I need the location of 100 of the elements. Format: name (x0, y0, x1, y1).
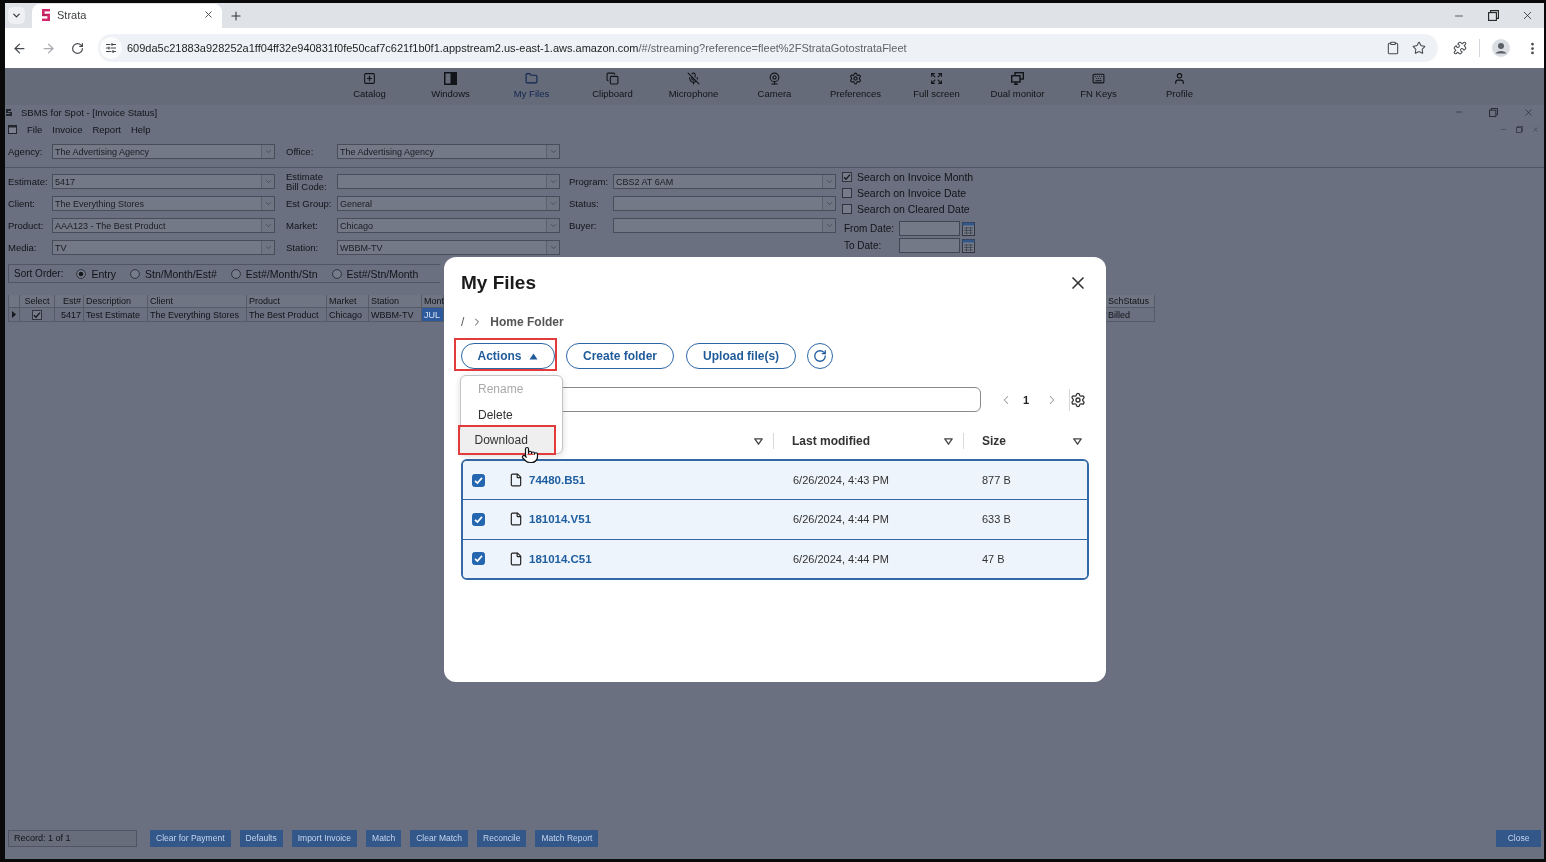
pill-button[interactable]: Upload file(s) (686, 343, 797, 369)
column-header[interactable]: Select (20, 295, 55, 308)
toolbar-button[interactable]: Preferences (815, 68, 896, 105)
sort-icon[interactable] (754, 437, 763, 445)
avatar-icon[interactable] (1492, 39, 1510, 57)
sort-icon[interactable] (1073, 437, 1082, 445)
clipboard-icon[interactable] (1386, 41, 1400, 55)
toolbar-button[interactable]: FN Keys (1058, 68, 1139, 105)
chevron-down-icon[interactable] (824, 221, 834, 230)
checkbox[interactable] (472, 552, 485, 566)
combo-box[interactable]: 5417 (52, 174, 275, 189)
menu-item[interactable]: Help (130, 123, 151, 135)
combo-box[interactable]: General (337, 196, 560, 211)
radio-button[interactable] (130, 268, 140, 279)
chevron-down-icon[interactable] (548, 221, 558, 230)
column-header[interactable]: Client (148, 295, 247, 308)
chevron-down-icon[interactable] (263, 177, 273, 186)
checkbox[interactable] (472, 473, 485, 487)
checkbox[interactable] (842, 204, 852, 214)
toolbar-button[interactable]: Camera (734, 68, 815, 105)
combo-box[interactable] (337, 174, 560, 189)
combo-box[interactable]: CBS2 AT 6AM (613, 174, 836, 189)
checkbox[interactable] (842, 172, 852, 182)
menu-item[interactable]: Report (92, 123, 121, 135)
combo-box[interactable]: The Advertising Agency (52, 144, 275, 159)
radio-button[interactable] (76, 268, 87, 279)
column-header[interactable]: Size (982, 434, 1006, 448)
column-header[interactable]: Mont (422, 295, 444, 308)
date-field[interactable] (899, 221, 960, 236)
toolbar-button[interactable]: Clipboard (572, 68, 653, 105)
footer-button[interactable]: Import Invoice (291, 829, 358, 847)
chevron-down-icon[interactable] (548, 177, 558, 186)
sort-icon[interactable] (944, 437, 953, 445)
radio-button[interactable] (331, 268, 342, 279)
reload-icon[interactable] (71, 41, 84, 55)
breadcrumb-item[interactable]: Home Folder (490, 315, 564, 329)
menu-item[interactable]: File (27, 123, 43, 135)
toolbar-button[interactable]: My Files (491, 68, 572, 105)
chevron-down-icon[interactable] (548, 147, 558, 156)
tab-search-button[interactable] (8, 7, 25, 24)
calendar-icon[interactable] (962, 221, 975, 236)
toolbar-button[interactable]: Profile (1139, 68, 1220, 105)
combo-box[interactable]: The Advertising Agency (337, 144, 560, 159)
checkbox[interactable] (842, 188, 852, 198)
file-link[interactable]: 181014.V51 (529, 513, 592, 526)
close-button[interactable]: Close (1496, 829, 1541, 847)
toolbar-button[interactable]: Windows (410, 68, 491, 105)
window-icon[interactable] (8, 124, 17, 134)
footer-button[interactable]: Match Report (535, 829, 599, 847)
toolbar-button[interactable]: Dual monitor (977, 68, 1058, 105)
footer-button[interactable]: Defaults (239, 829, 283, 847)
menu-item[interactable]: Invoice (52, 123, 83, 135)
column-header[interactable]: Last modified (792, 434, 870, 448)
combo-box[interactable]: WBBM-TV (337, 240, 560, 255)
date-field[interactable] (899, 238, 960, 253)
combo-box[interactable]: TV (52, 240, 275, 255)
chevron-down-icon[interactable] (824, 199, 834, 208)
menu-item[interactable]: Delete (461, 401, 562, 428)
toolbar-button[interactable]: Catalog (329, 68, 410, 105)
row-header[interactable] (8, 308, 20, 322)
radio-button[interactable] (230, 268, 241, 279)
combo-box[interactable] (613, 218, 836, 233)
close-icon[interactable] (203, 9, 214, 20)
address-bar[interactable]: 609da5c21883a928252a1ff04ff32e940831f0fe50caf7c621f1b0f1.appstream2.us-east-1.aws.amazon.com/#/streaming?reference=fleet%2FStrataGotostrataFleet (98, 34, 1438, 62)
column-header[interactable]: Product (247, 295, 327, 308)
chevron-down-icon[interactable] (548, 243, 558, 252)
column-header[interactable]: SchStatus (1106, 295, 1155, 308)
actions-button[interactable]: Actions (460, 343, 555, 369)
file-link[interactable]: 74480.B51 (529, 474, 586, 486)
calendar-icon[interactable] (962, 238, 975, 253)
toolbar-button[interactable]: Full screen (896, 68, 977, 105)
star-icon[interactable] (1412, 41, 1426, 55)
browser-tab[interactable]: Strata (32, 4, 222, 28)
column-header[interactable]: Station (369, 295, 422, 308)
footer-button[interactable]: Clear Match (410, 829, 469, 847)
combo-box[interactable]: AAA123 - The Best Product (52, 218, 275, 233)
chevron-down-icon[interactable] (548, 199, 558, 208)
restore-icon[interactable] (1487, 10, 1499, 21)
file-link[interactable]: 181014.C51 (529, 552, 592, 565)
combo-box[interactable]: Chicago (337, 218, 560, 233)
chevron-down-icon[interactable] (263, 147, 273, 156)
forward-arrow-icon[interactable] (41, 40, 56, 56)
refresh-button[interactable] (807, 343, 834, 369)
settings-icon[interactable] (1070, 391, 1086, 408)
checkbox[interactable] (32, 309, 42, 320)
footer-button[interactable]: Match (366, 829, 402, 847)
puzzle-icon[interactable] (1453, 41, 1467, 55)
toolbar-button[interactable]: Microphone (653, 68, 734, 105)
plus-icon[interactable] (229, 8, 243, 23)
chevron-down-icon[interactable] (263, 243, 273, 252)
column-header[interactable]: Description (84, 295, 148, 308)
column-header[interactable]: Est# (55, 295, 84, 308)
pill-button[interactable]: Create folder (566, 343, 675, 369)
chevron-down-icon[interactable] (824, 177, 834, 186)
chevron-down-icon[interactable] (263, 199, 273, 208)
site-info-button[interactable] (100, 37, 122, 59)
column-header[interactable]: Market (327, 295, 369, 308)
breadcrumb-link[interactable]: / (461, 315, 465, 329)
combo-box[interactable] (613, 196, 836, 211)
footer-button[interactable]: Reconcile (477, 829, 527, 847)
